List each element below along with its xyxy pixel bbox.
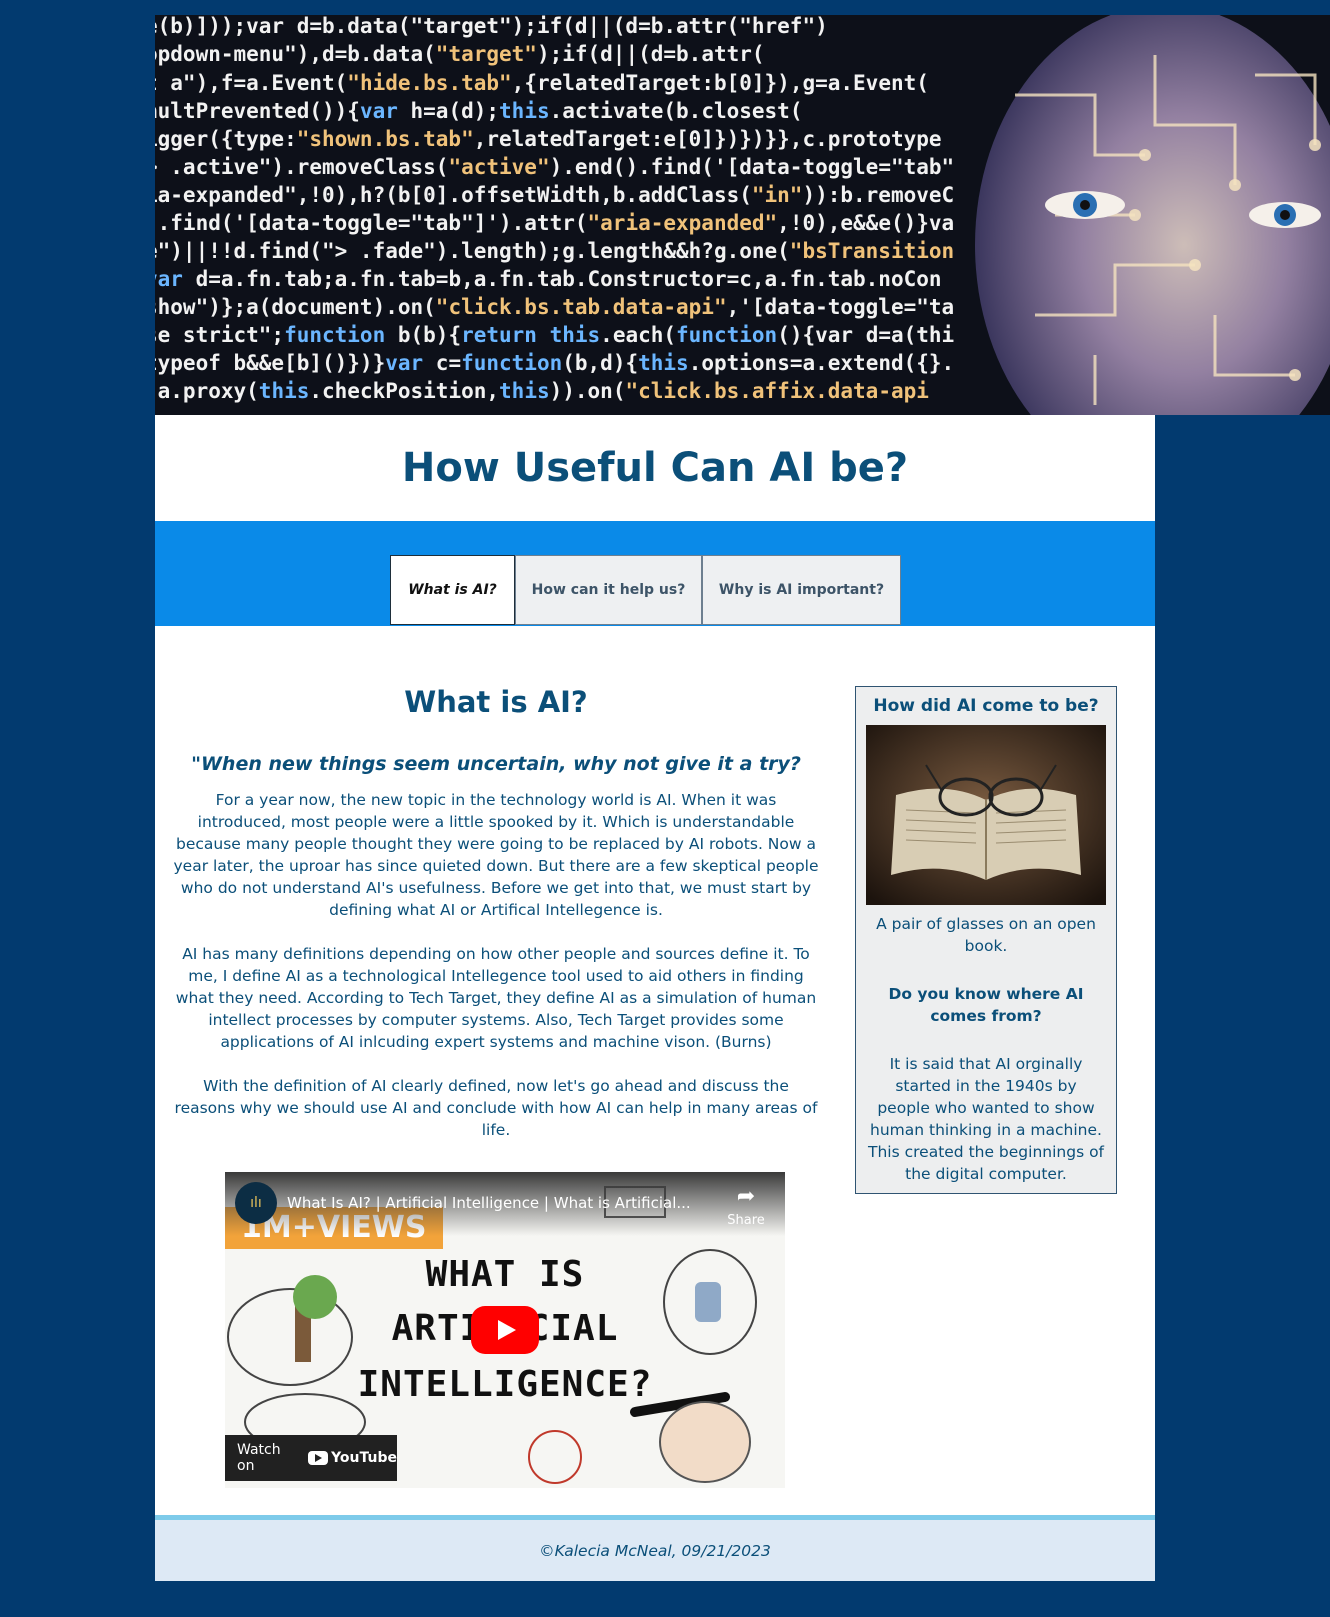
page-title: How Useful Can AI be? — [401, 445, 909, 491]
share-icon: ➦ — [736, 1184, 756, 1209]
tab-what-is-ai[interactable]: What is AI? — [390, 555, 515, 625]
footer-copyright: ©Kalecia McNeal, 09/21/2023 — [539, 1541, 771, 1560]
tab-label: How can it help us? — [531, 582, 686, 598]
page-container: How Useful Can AI be? What is AI? How ca… — [155, 415, 1155, 1581]
hero-banner-image: e(b)]));var d=b.data("target");if(d||(d=… — [155, 15, 1330, 415]
title-bar: How Useful Can AI be? — [155, 415, 1155, 521]
svg-text:> .active").removeClass("activ: > .active").removeClass("active").end().… — [155, 155, 954, 179]
play-button-icon[interactable] — [471, 1306, 539, 1354]
tab-why-important[interactable]: Why is AI important? — [702, 555, 901, 625]
svg-text:t a"),f=a.Event("hide.bs.tab",: t a"),f=a.Event("hide.bs.tab",{relatedTa… — [155, 71, 929, 95]
svg-text:e")||!!d.find("> .fade").lengt: e")||!!d.find("> .fade").length);g.lengt… — [155, 239, 954, 264]
watch-label: Watch on — [237, 1442, 281, 1474]
paragraph-definition: AI has many definitions depending on how… — [175, 945, 817, 1051]
share-button[interactable]: ➦ Share — [719, 1184, 773, 1228]
tab-list: What is AI? How can it help us? Why is A… — [390, 555, 901, 625]
glasses-on-book-image — [866, 725, 1106, 905]
svg-text:ia-expanded",!0),h?(b[0].offse: ia-expanded",!0),h?(b[0].offsetWidth,b.a… — [155, 183, 954, 207]
paragraph-intro: For a year now, the new topic in the tec… — [173, 791, 819, 919]
svg-text:opdown-menu"),d=b.data("target: opdown-menu"),d=b.data("target");if(d||(… — [155, 42, 765, 67]
thumbnail-text-line-1: WHAT IS — [425, 1254, 585, 1295]
svg-text:aultPrevented()){var h=a(d);th: aultPrevented()){var h=a(d);this.activat… — [155, 99, 802, 123]
channel-logo-icon[interactable]: ılı — [235, 1182, 277, 1224]
thumbnail-text-line-3: INTELLIGENCE? — [357, 1364, 653, 1405]
youtube-label: YouTube — [331, 1450, 397, 1466]
svg-text:igger({type:"shown.bs.tab",rel: igger({type:"shown.bs.tab",relatedTarget… — [155, 127, 942, 151]
section-heading: What is AI? — [404, 685, 588, 719]
image-caption: A pair of glasses on an open book. — [876, 915, 1096, 955]
sidebar-heading: How did AI come to be? — [873, 696, 1099, 716]
sidebar-subheading: Do you know where AI comes from? — [888, 985, 1084, 1025]
footer: ©Kalecia McNeal, 09/21/2023 — [155, 1515, 1155, 1581]
section-quote: "When new things seem uncertain, why not… — [191, 753, 801, 775]
tab-label: What is AI? — [408, 582, 497, 598]
watch-on-youtube-button[interactable]: Watch on YouTube — [225, 1435, 397, 1481]
svg-text:show")};a(document).on("click.: show")};a(document).on("click.bs.tab.dat… — [155, 295, 954, 319]
video-title[interactable]: What Is AI? | Artificial Intelligence | … — [287, 1194, 691, 1212]
svg-text:,a.proxy(this.checkPosition,th: ,a.proxy(this.checkPosition,this)).on("c… — [155, 379, 929, 403]
svg-text:var d=a.fn.tab;a.fn.tab=b,a.fn: var d=a.fn.tab;a.fn.tab=b,a.fn.tab.Const… — [155, 267, 942, 291]
share-label: Share — [727, 1213, 765, 1228]
tab-how-can-it-help[interactable]: How can it help us? — [515, 555, 702, 625]
youtube-play-icon — [308, 1451, 329, 1465]
youtube-logo-icon: YouTube — [308, 1450, 397, 1466]
svg-text:typeof b&&e[b]()})}var c=funct: typeof b&&e[b]()})}var c=function(b,d){t… — [155, 351, 954, 375]
svg-text:se strict";function b(b){retur: se strict";function b(b){return this.eac… — [155, 323, 954, 347]
sidebar: How did AI come to be? A pair of glasses… — [855, 686, 1117, 1194]
main-content: What is AI? "When new things seem uncert… — [173, 685, 819, 1141]
youtube-embed[interactable]: 1M+VIEWS ılı What Is AI? | Artificial In… — [225, 1172, 785, 1488]
sidebar-text: It is said that AI orginally started in … — [868, 1055, 1105, 1183]
tab-label: Why is AI important? — [718, 582, 885, 598]
svg-text:e(b)]));var d=b.data("target"): e(b)]));var d=b.data("target");if(d||(d=… — [155, 15, 828, 39]
nav-bar: What is AI? How can it help us? Why is A… — [155, 521, 1155, 626]
paragraph-conclusion: With the definition of AI clearly define… — [174, 1077, 818, 1139]
svg-text:).find('[data-toggle="tab"]').: ).find('[data-toggle="tab"]').attr("aria… — [155, 211, 954, 235]
